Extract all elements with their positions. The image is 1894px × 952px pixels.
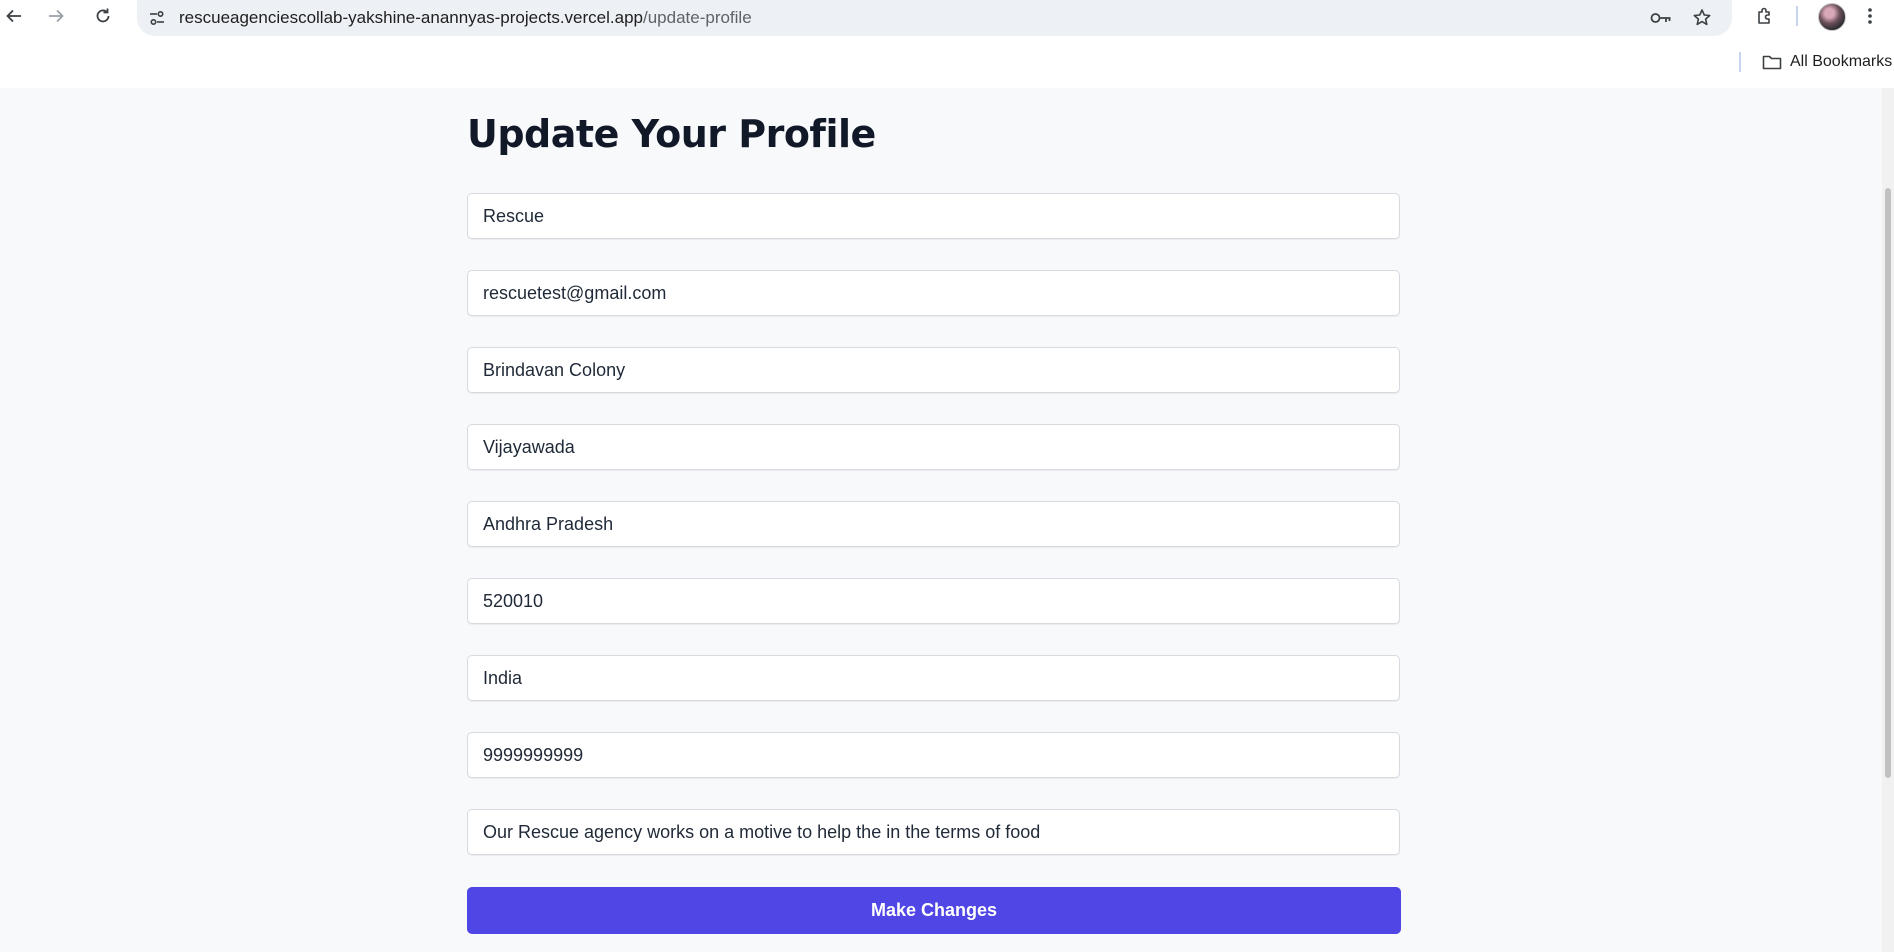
extensions-button[interactable] [1747,0,1783,32]
folder-icon [1762,54,1782,70]
bookmark-star-button[interactable] [1684,0,1720,36]
tune-icon [150,10,164,26]
url-path: /update-profile [642,8,752,27]
back-arrow-icon [6,9,21,23]
site-info-button[interactable] [137,0,177,36]
description-field[interactable] [467,809,1400,855]
password-key-button[interactable] [1643,0,1679,36]
name-field[interactable] [467,193,1400,239]
toolbar-divider [1796,6,1798,26]
bookmarks-divider [1739,52,1741,72]
back-button[interactable] [0,0,32,32]
browser-toolbar: rescueagenciescollab-yakshine-anannyas-p… [0,0,1894,88]
address-field[interactable] [467,347,1400,393]
key-icon [1650,13,1671,23]
url-host: rescueagenciescollab-yakshine-anannyas-p… [179,8,643,27]
email-field[interactable] [467,270,1400,316]
browser-menu-button[interactable] [1852,0,1888,32]
country-field[interactable] [467,655,1400,701]
url-text: rescueagenciescollab-yakshine-anannyas-p… [179,8,752,28]
pincode-field[interactable] [467,578,1400,624]
city-field[interactable] [467,424,1400,470]
all-bookmarks-button[interactable]: All Bookmarks [1762,50,1892,74]
forward-button[interactable] [38,0,74,32]
puzzle-icon [1758,7,1770,24]
profile-avatar[interactable] [1818,3,1846,31]
page-scrollbar[interactable] [1882,88,1894,952]
page-title: Update Your Profile [467,112,876,156]
make-changes-button[interactable]: Make Changes [467,887,1401,934]
forward-arrow-icon [49,9,64,23]
reload-button[interactable] [85,0,121,32]
reload-icon [96,8,110,23]
more-vert-icon [1868,8,1872,24]
scrollbar-thumb[interactable] [1885,188,1891,778]
address-bar[interactable]: rescueagenciescollab-yakshine-anannyas-p… [137,0,1732,36]
phone-field[interactable] [467,732,1400,778]
star-icon [1693,9,1711,26]
all-bookmarks-label: All Bookmarks [1790,53,1893,70]
state-field[interactable] [467,501,1400,547]
page-content: Update Your Profile Make Changes [0,88,1882,952]
